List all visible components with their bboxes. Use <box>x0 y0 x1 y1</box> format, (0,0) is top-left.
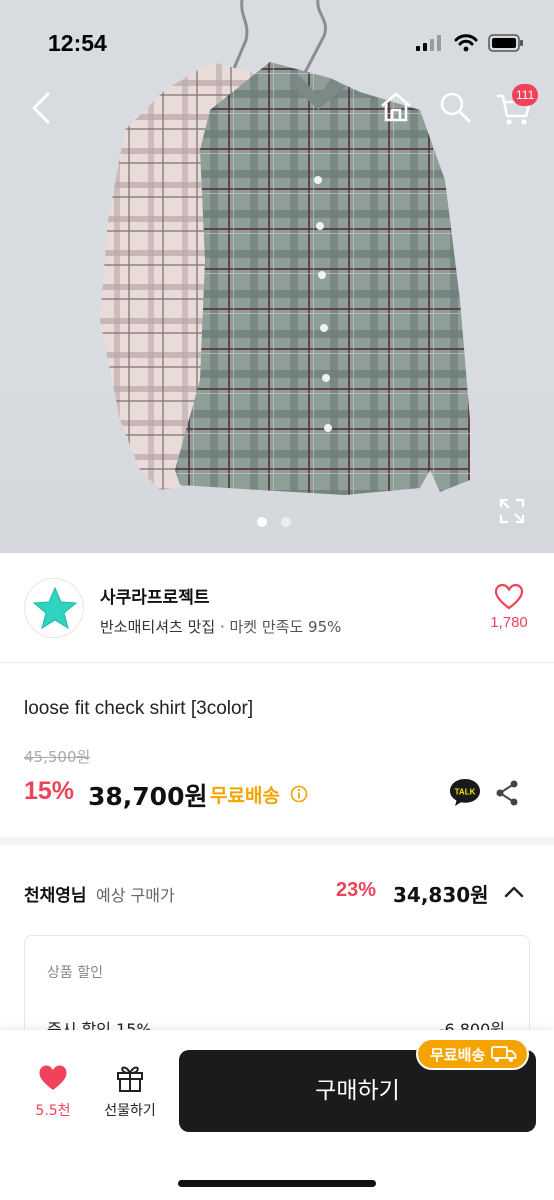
seller-tagline: 반소매티셔츠 맛집 <box>100 618 216 636</box>
chevron-up-icon[interactable] <box>503 883 525 899</box>
gift-label: 선물하기 <box>104 1103 156 1119</box>
heart-filled-icon <box>39 1065 67 1090</box>
pagination-dot-active <box>257 517 267 527</box>
expected-price: 34,830원 <box>393 883 489 907</box>
expected-price-row[interactable]: 천채영님 예상 구매가 23% 34,830원 <box>0 853 554 933</box>
star-logo-icon <box>32 586 78 630</box>
gallery-pagination <box>257 517 291 527</box>
product-image-gallery[interactable]: 12:54 111 <box>0 0 554 553</box>
battery-icon <box>488 34 523 52</box>
seller-logo[interactable] <box>24 578 84 638</box>
top-navigation <box>0 82 554 132</box>
sale-price: 38,700원 <box>88 782 208 811</box>
product-title: loose fit check shirt [3color] <box>24 698 254 719</box>
like-count: 5.5천 <box>35 1103 71 1119</box>
home-indicator <box>178 1180 376 1187</box>
gift-button[interactable]: 선물하기 <box>96 1062 164 1120</box>
chevron-left-icon[interactable] <box>26 90 56 126</box>
share-icon[interactable] <box>494 779 520 807</box>
pagination-dot <box>281 517 291 527</box>
discount-heading: 상품 할인 <box>47 965 103 981</box>
signal-icon <box>416 35 441 51</box>
seller-satisfaction: · 마켓 만족도 95% <box>219 618 342 636</box>
free-shipping-label: 무료배송 <box>210 785 280 807</box>
seller-section[interactable]: 사쿠라프로젝트 반소매티셔츠 맛집 · 마켓 만족도 95% 1,780 <box>0 553 554 663</box>
free-shipping-badge-label: 무료배송 <box>430 1045 486 1064</box>
info-icon[interactable] <box>290 785 308 803</box>
like-button[interactable]: 5.5천 <box>22 1064 84 1120</box>
heart-outline-icon[interactable] <box>494 583 524 611</box>
kakao-talk-icon[interactable]: TALK <box>449 777 481 807</box>
expected-discount-rate: 23% <box>336 879 377 901</box>
original-price: 45,500원 <box>24 748 91 766</box>
truck-icon <box>491 1046 517 1062</box>
user-name: 천채영님 <box>24 886 87 906</box>
discount-rate: 15% <box>24 777 75 805</box>
product-info: loose fit check shirt [3color] 45,500원 1… <box>0 663 554 845</box>
free-shipping-badge: 무료배송 <box>416 1038 530 1070</box>
expected-price-label: 예상 구매가 <box>96 886 175 905</box>
cart-count-badge: 111 <box>512 84 539 106</box>
expand-icon[interactable] <box>498 497 526 525</box>
purchase-bar: 5.5천 선물하기 구매하기 무료배송 <box>0 1030 554 1200</box>
search-icon[interactable] <box>438 90 472 124</box>
seller-description: 반소매티셔츠 맛집 · 마켓 만족도 95% <box>100 616 341 637</box>
status-time: 12:54 <box>48 30 107 56</box>
wifi-icon <box>454 34 478 52</box>
svg-text:TALK: TALK <box>455 788 476 797</box>
home-icon[interactable] <box>378 90 414 124</box>
gift-icon <box>117 1066 143 1092</box>
seller-name[interactable]: 사쿠라프로젝트 <box>100 583 209 608</box>
status-bar: 12:54 <box>0 0 554 88</box>
seller-like-count: 1,780 <box>490 614 528 631</box>
